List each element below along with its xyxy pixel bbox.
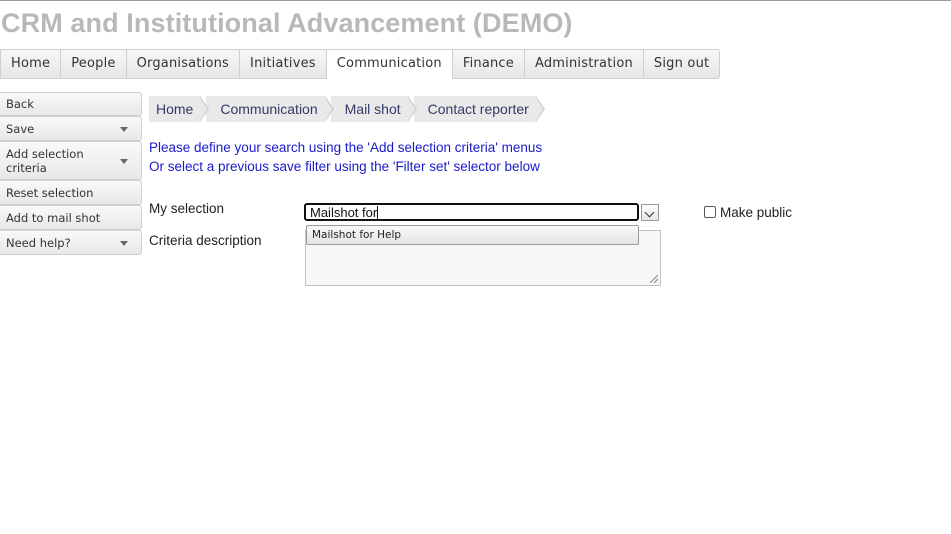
my-selection-combobox-input[interactable]: Mailshot for [304, 203, 639, 221]
text-cursor [377, 206, 379, 219]
sidebar: Back Save Add selection criteria Reset s… [0, 92, 142, 255]
chevron-down-icon [644, 207, 655, 218]
breadcrumb-communication[interactable]: Communication [206, 96, 334, 122]
tab-people[interactable]: People [61, 50, 127, 78]
breadcrumb: Home Communication Mail shot Contact rep… [149, 96, 546, 122]
top-rule [0, 0, 951, 1]
breadcrumb-home[interactable]: Home [149, 96, 210, 122]
instruction-line-1: Please define your search using the 'Add… [149, 140, 543, 155]
add-selection-criteria-menu-button[interactable]: Add selection criteria [0, 141, 142, 180]
need-help-label: Need help? [6, 235, 71, 250]
tab-home[interactable]: Home [1, 50, 62, 78]
chevron-down-icon [120, 240, 128, 246]
back-button[interactable]: Back [0, 92, 142, 116]
my-selection-dropdown-button[interactable] [641, 204, 659, 221]
tab-communication[interactable]: Communication [325, 50, 453, 79]
reset-selection-label: Reset selection [6, 185, 94, 200]
breadcrumb-mail-shot[interactable]: Mail shot [330, 96, 417, 122]
tab-finance[interactable]: Finance [453, 50, 525, 78]
suggestion-item[interactable]: Mailshot for Help [306, 225, 639, 245]
add-to-mail-shot-label: Add to mail shot [6, 210, 101, 225]
instruction-line-2: Or select a previous save filter using t… [149, 159, 540, 174]
tab-initiatives[interactable]: Initiatives [240, 50, 327, 78]
make-public-option[interactable]: Make public [704, 204, 792, 220]
main-nav-tabs: Home People Organisations Initiatives Co… [0, 49, 721, 79]
add-to-mail-shot-button[interactable]: Add to mail shot [0, 205, 142, 230]
breadcrumb-contact-reporter[interactable]: Contact reporter [413, 96, 546, 122]
back-button-label: Back [6, 97, 34, 111]
need-help-menu-button[interactable]: Need help? [0, 230, 142, 255]
my-selection-label: My selection [149, 201, 225, 216]
make-public-label: Make public [720, 205, 793, 220]
save-menu-button[interactable]: Save [0, 116, 142, 141]
tab-organisations[interactable]: Organisations [127, 50, 241, 78]
criteria-description-label: Criteria description [149, 233, 262, 248]
tab-sign-out[interactable]: Sign out [644, 50, 719, 78]
add-selection-criteria-label: Add selection criteria [6, 146, 84, 175]
tab-administration[interactable]: Administration [525, 50, 644, 78]
save-menu-label: Save [6, 121, 35, 136]
resize-grip-icon[interactable] [650, 275, 658, 283]
reset-selection-button[interactable]: Reset selection [0, 180, 142, 205]
my-selection-value: Mailshot for [310, 205, 378, 220]
make-public-checkbox[interactable] [704, 206, 716, 218]
app-title: CRM and Institutional Advancement (DEMO) [1, 8, 573, 38]
chevron-down-icon [120, 158, 128, 164]
chevron-down-icon [120, 126, 128, 132]
